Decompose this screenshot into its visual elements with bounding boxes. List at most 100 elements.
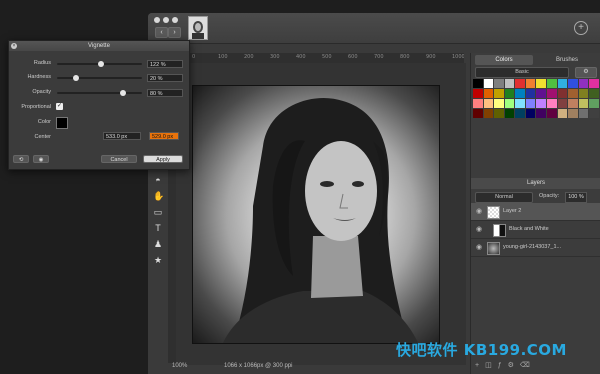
gradient-icon[interactable]: ▭: [153, 207, 163, 217]
color-swatch[interactable]: [547, 109, 557, 118]
color-swatch[interactable]: [578, 109, 589, 118]
color-swatch[interactable]: [589, 99, 599, 108]
color-swatch[interactable]: [504, 99, 515, 108]
color-swatch[interactable]: [515, 79, 525, 88]
fx-icon[interactable]: ƒ: [498, 362, 508, 369]
center-x-field[interactable]: 533.0 px: [103, 132, 141, 140]
color-swatch[interactable]: [525, 89, 536, 98]
radius-field[interactable]: 122 %: [147, 60, 183, 68]
radius-slider[interactable]: [57, 61, 142, 67]
color-swatch[interactable]: [515, 89, 525, 98]
back-icon[interactable]: ‹: [155, 27, 168, 38]
color-swatch[interactable]: [536, 109, 547, 118]
apply-button[interactable]: Apply: [143, 155, 183, 163]
blend-mode-select[interactable]: Normal: [475, 192, 533, 203]
close-window-button[interactable]: [154, 17, 160, 23]
add-tab-icon[interactable]: +: [574, 21, 588, 35]
color-swatch[interactable]: [483, 79, 494, 88]
color-swatch[interactable]: [504, 109, 515, 118]
color-swatch[interactable]: [494, 109, 504, 118]
color-swatch[interactable]: [483, 99, 494, 108]
color-swatch[interactable]: [504, 89, 515, 98]
color-swatch[interactable]: [536, 99, 547, 108]
color-swatch[interactable]: [557, 89, 568, 98]
eye-icon[interactable]: ◉: [476, 203, 482, 220]
color-swatch[interactable]: [473, 79, 483, 88]
color-swatch[interactable]: [483, 109, 494, 118]
color-swatch[interactable]: [568, 89, 578, 98]
mask-icon[interactable]: ◫: [485, 362, 498, 369]
layer-row[interactable]: ◉ Black and White: [471, 221, 600, 239]
preview-eye-icon[interactable]: ◉: [33, 155, 49, 163]
color-swatch[interactable]: [578, 89, 589, 98]
slider-knob[interactable]: [72, 75, 79, 81]
color-swatch[interactable]: [483, 89, 494, 98]
cancel-button[interactable]: Cancel: [101, 155, 137, 163]
color-swatch[interactable]: [515, 99, 525, 108]
close-icon[interactable]: ×: [11, 43, 17, 49]
color-swatch[interactable]: [578, 99, 589, 108]
opacity-slider[interactable]: [57, 90, 142, 96]
eye-icon[interactable]: ◉: [476, 239, 482, 256]
color-swatch[interactable]: [473, 109, 483, 118]
layer-opacity-field[interactable]: 100 %: [565, 192, 587, 203]
hardness-slider[interactable]: [57, 75, 142, 81]
color-swatch[interactable]: [547, 79, 557, 88]
color-swatch[interactable]: [504, 79, 515, 88]
color-swatch[interactable]: [557, 109, 568, 118]
color-swatch[interactable]: [494, 99, 504, 108]
gear-icon[interactable]: ⚙: [575, 67, 597, 78]
reset-button[interactable]: ⟲: [13, 155, 29, 163]
forward-icon[interactable]: ›: [168, 27, 181, 38]
shape-tool-icon[interactable]: ♟: [153, 239, 163, 249]
color-swatch[interactable]: [525, 79, 536, 88]
zoom-window-button[interactable]: [172, 17, 178, 23]
document-tab-thumbnail[interactable]: [188, 16, 208, 40]
color-swatch[interactable]: [557, 99, 568, 108]
color-swatch[interactable]: [525, 99, 536, 108]
color-swatch[interactable]: [494, 79, 504, 88]
add-layer-icon[interactable]: +: [475, 362, 485, 369]
eye-icon[interactable]: ◉: [476, 221, 482, 238]
color-swatch[interactable]: [473, 89, 483, 98]
color-swatch[interactable]: [494, 89, 504, 98]
paint-bucket-icon[interactable]: ◓: [153, 175, 163, 185]
color-swatch[interactable]: [547, 99, 557, 108]
color-swatch[interactable]: [557, 79, 568, 88]
color-swatch[interactable]: [578, 79, 589, 88]
color-swatch[interactable]: [568, 109, 578, 118]
star-tool-icon[interactable]: ★: [153, 255, 163, 265]
color-swatch[interactable]: [515, 109, 525, 118]
color-swatch[interactable]: [568, 99, 578, 108]
color-swatch[interactable]: [525, 109, 536, 118]
hardness-field[interactable]: 20 %: [147, 74, 183, 82]
tab-brushes[interactable]: Brushes: [537, 55, 597, 65]
center-y-field[interactable]: 529.0 px: [149, 132, 179, 140]
color-swatch[interactable]: [473, 99, 483, 108]
color-swatch[interactable]: [589, 79, 599, 88]
minimize-window-button[interactable]: [163, 17, 169, 23]
layer-row[interactable]: ◉ young-girl-2143037_1...: [471, 239, 600, 257]
canvas-area[interactable]: [176, 63, 466, 365]
color-swatch[interactable]: [589, 89, 599, 98]
settings-icon[interactable]: ⚙: [508, 362, 520, 369]
slider-knob[interactable]: [98, 61, 105, 67]
tab-colors[interactable]: Colors: [475, 55, 533, 65]
color-swatch[interactable]: [547, 89, 557, 98]
color-swatch[interactable]: [536, 89, 547, 98]
proportional-checkbox[interactable]: ✓: [56, 103, 63, 110]
opacity-field[interactable]: 80 %: [147, 89, 183, 97]
swatch-set-select[interactable]: Basic: [475, 67, 569, 78]
zoom-level[interactable]: 100%: [172, 363, 187, 369]
color-swatch[interactable]: [568, 79, 578, 88]
smudge-icon[interactable]: ✋: [153, 191, 164, 201]
text-tool-icon[interactable]: T: [153, 223, 163, 233]
color-well[interactable]: [56, 117, 68, 129]
photo-canvas[interactable]: [192, 85, 440, 344]
trash-icon[interactable]: ⌫: [520, 362, 536, 369]
slider-knob[interactable]: [120, 90, 127, 96]
color-swatch[interactable]: [536, 79, 547, 88]
color-swatch[interactable]: [589, 109, 599, 118]
layer-row[interactable]: ◉ Layer 2: [471, 203, 600, 221]
layer-opacity-value: 100 %: [568, 194, 584, 200]
